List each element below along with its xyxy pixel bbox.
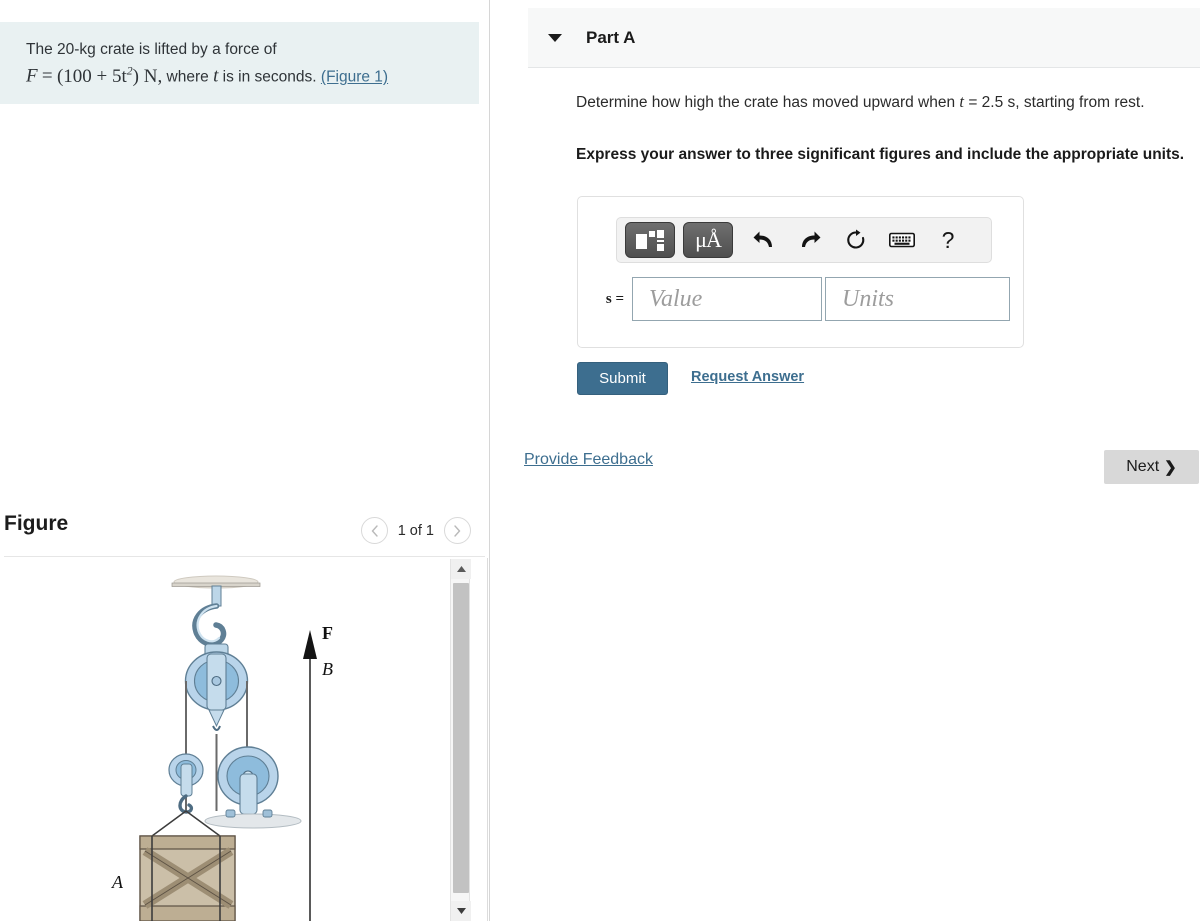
problem-statement: The 20-kg crate is lifted by a force of … xyxy=(0,22,479,104)
sling-left xyxy=(151,810,187,837)
answer-entry-box: μÅ ? s = Value Units xyxy=(577,196,1024,348)
chevron-right-icon: ❯ xyxy=(1164,459,1177,476)
answer-instruction: Express your answer to three significant… xyxy=(576,146,1185,163)
floor-pulley-post xyxy=(239,773,258,815)
figure-illustration: F B A xyxy=(0,558,447,921)
part-a-header[interactable]: Part A xyxy=(528,8,1200,68)
figure-right-rule xyxy=(487,558,488,921)
upper-pulley-tail xyxy=(208,709,225,728)
figure-navigation: 1 of 1 xyxy=(360,517,471,544)
figure-page-counter: 1 of 1 xyxy=(397,522,434,539)
upper-pulley-axle xyxy=(211,675,222,687)
floor-bolt-right xyxy=(262,809,273,818)
request-answer-link[interactable]: Request Answer xyxy=(691,369,804,385)
pulley-crate-diagram: F B A xyxy=(111,575,333,921)
left-panel: The 20-kg crate is lifted by a force of … xyxy=(0,0,489,921)
triangle-down-icon xyxy=(456,908,466,914)
question-variable-t: t xyxy=(959,92,965,111)
right-panel: Part A Determine how high the crate has … xyxy=(490,0,1200,921)
keyboard-glyph xyxy=(889,232,915,248)
formula-where: where xyxy=(166,68,209,86)
force-label-F: F xyxy=(322,623,333,643)
micro-angstrom-icon[interactable]: μÅ xyxy=(683,222,733,258)
chevron-left-icon xyxy=(371,524,378,537)
figure-title: Figure xyxy=(4,512,69,535)
figure-body: F B A xyxy=(0,558,489,921)
floor-base-plate xyxy=(204,813,302,829)
undo-glyph xyxy=(753,231,772,247)
keyboard-icon[interactable] xyxy=(879,222,925,258)
force-arrowhead xyxy=(303,630,317,659)
answer-label-s: s = xyxy=(605,290,624,307)
formula-equals: = xyxy=(41,65,53,87)
formula-f: F xyxy=(26,65,38,87)
scrollbar-down-button[interactable] xyxy=(451,901,471,921)
problem-line-1: The 20-kg crate is lifted by a force of xyxy=(26,38,459,61)
part-a-title: Part A xyxy=(586,27,636,47)
question-suffix: , starting from rest. xyxy=(1015,94,1145,111)
units-input[interactable]: Units xyxy=(825,277,1010,321)
provide-feedback-link[interactable]: Provide Feedback xyxy=(524,451,653,469)
figure-prev-button[interactable] xyxy=(360,517,388,544)
scrollbar-thumb[interactable] xyxy=(453,583,469,893)
next-label: Next xyxy=(1126,458,1160,475)
undo-arrow-icon[interactable] xyxy=(741,222,787,258)
figure-scrollbar[interactable] xyxy=(450,559,471,921)
question-text: Determine how high the crate has moved u… xyxy=(576,90,1186,115)
problem-text-1: The 20-kg crate is lifted by a force of xyxy=(26,41,277,58)
reset-circular-arrow-icon[interactable] xyxy=(833,222,879,258)
formula-var-t: t xyxy=(213,65,219,87)
formula-end: is in seconds. xyxy=(222,68,317,86)
help-question-icon[interactable]: ? xyxy=(925,222,971,258)
figure-divider xyxy=(4,556,485,557)
question-prefix: Determine how high the crate has moved u… xyxy=(576,94,956,111)
triangle-up-icon xyxy=(456,566,466,572)
lower-pulley-frame xyxy=(180,763,193,797)
problem-line-2: F = (100 + 5t2) N, where t is in seconds… xyxy=(26,64,459,87)
caret-down-icon[interactable] xyxy=(548,33,562,42)
question-value: = 2.5 xyxy=(968,94,1004,111)
crate-label-A: A xyxy=(111,872,124,892)
formula-body: (100 + 5t xyxy=(56,65,127,87)
redo-arrow-icon[interactable] xyxy=(787,222,833,258)
figure-1-link[interactable]: (Figure 1) xyxy=(321,69,388,86)
figure-next-button[interactable] xyxy=(444,517,471,544)
answer-input-row: s = Value Units xyxy=(586,277,1026,321)
value-input[interactable]: Value xyxy=(632,277,822,321)
chevron-right-icon xyxy=(454,524,461,537)
formula-body-wrap: (100 + 5t2) N, xyxy=(56,64,163,87)
floor-bolt-left xyxy=(225,809,236,818)
hook-shank xyxy=(211,585,222,607)
math-template-glyph xyxy=(636,230,664,251)
pulley-label-B: B xyxy=(322,659,333,679)
math-template-icon[interactable] xyxy=(625,222,675,258)
submit-button[interactable]: Submit xyxy=(577,362,668,395)
redo-glyph xyxy=(802,231,821,247)
formula-tail: ) N, xyxy=(132,65,163,87)
help-glyph: ? xyxy=(941,226,955,253)
page-root: The 20-kg crate is lifted by a force of … xyxy=(0,0,1200,921)
next-button[interactable]: Next ❯ xyxy=(1104,450,1199,484)
answer-toolbar: μÅ ? xyxy=(616,217,992,263)
scrollbar-up-button[interactable] xyxy=(451,559,471,579)
reset-glyph xyxy=(847,229,865,249)
micro-angstrom-glyph: μÅ xyxy=(695,227,722,252)
